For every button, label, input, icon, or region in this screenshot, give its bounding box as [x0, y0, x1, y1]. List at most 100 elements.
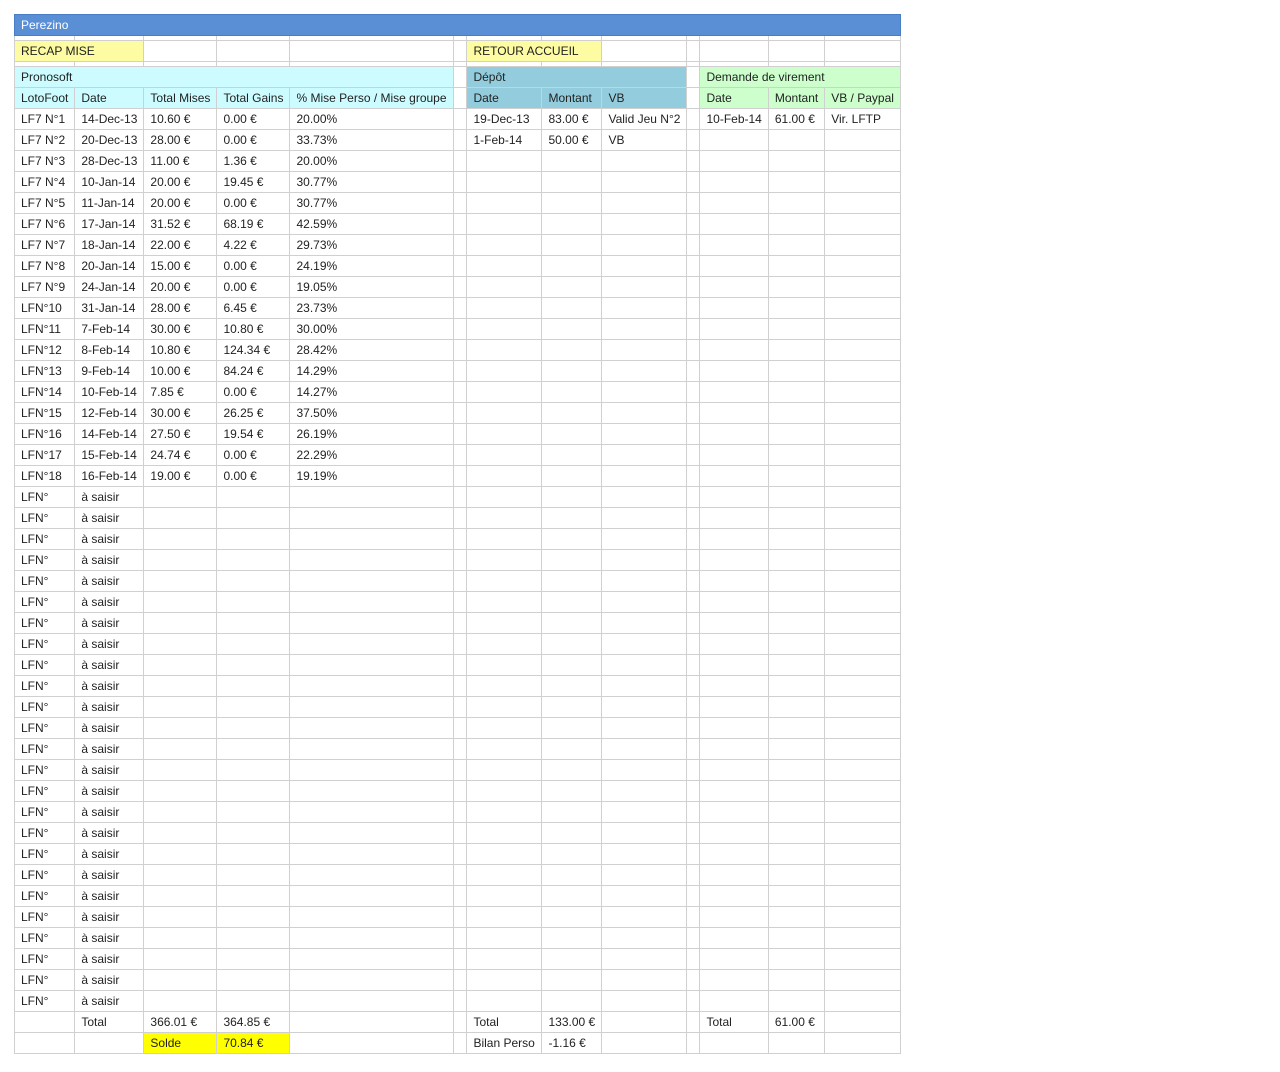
depot-cell[interactable] [601, 339, 688, 361]
pronosoft-cell[interactable] [143, 675, 218, 697]
pronosoft-cell[interactable] [216, 738, 291, 760]
virement-cell[interactable] [699, 360, 769, 382]
virement-cell[interactable] [824, 171, 902, 193]
virement-cell[interactable] [699, 150, 769, 172]
pronosoft-cell[interactable] [289, 528, 455, 550]
virement-cell[interactable] [699, 444, 769, 466]
pronosoft-cell[interactable]: 11.00 € [143, 150, 218, 172]
depot-cell[interactable] [541, 150, 603, 172]
virement-cell[interactable] [767, 843, 826, 865]
depot-cell[interactable] [466, 738, 543, 760]
pronosoft-cell[interactable]: 30.77% [289, 171, 455, 193]
pronosoft-cell[interactable]: 29.73% [289, 234, 455, 256]
depot-cell[interactable] [466, 948, 543, 970]
depot-cell[interactable] [541, 906, 603, 928]
virement-cell[interactable] [824, 822, 902, 844]
depot-cell[interactable] [601, 402, 688, 424]
pronosoft-cell[interactable]: à saisir [74, 990, 145, 1012]
pronosoft-cell[interactable] [143, 969, 218, 991]
pronosoft-cell[interactable]: 8-Feb-14 [74, 339, 145, 361]
pronosoft-cell[interactable]: à saisir [74, 486, 145, 508]
pronosoft-cell[interactable] [216, 654, 291, 676]
virement-cell[interactable] [767, 507, 826, 529]
virement-cell[interactable] [824, 150, 902, 172]
pronosoft-cell[interactable]: 27.50 € [143, 423, 218, 445]
pronosoft-cell[interactable]: LFN°11 [13, 318, 76, 340]
virement-cell[interactable] [824, 969, 902, 991]
pronosoft-cell[interactable]: à saisir [74, 885, 145, 907]
virement-cell[interactable] [767, 486, 826, 508]
pronosoft-cell[interactable] [143, 927, 218, 949]
virement-cell[interactable] [699, 129, 769, 151]
pronosoft-cell[interactable]: 10.80 € [143, 339, 218, 361]
pronosoft-cell[interactable] [143, 822, 218, 844]
virement-cell[interactable] [824, 276, 902, 298]
virement-cell[interactable] [824, 591, 902, 613]
virement-cell[interactable] [699, 759, 769, 781]
retour-accueil-link[interactable]: RETOUR ACCUEIL [466, 40, 603, 62]
virement-cell[interactable] [824, 423, 902, 445]
virement-cell[interactable] [767, 213, 826, 235]
pronosoft-cell[interactable] [289, 612, 455, 634]
pronosoft-cell[interactable] [143, 906, 218, 928]
pronosoft-cell[interactable]: 30.00% [289, 318, 455, 340]
depot-cell[interactable] [466, 507, 543, 529]
pronosoft-cell[interactable]: à saisir [74, 570, 145, 592]
depot-cell[interactable] [541, 381, 603, 403]
virement-cell[interactable] [824, 759, 902, 781]
pronosoft-cell[interactable]: 20.00% [289, 108, 455, 130]
depot-cell[interactable] [601, 717, 688, 739]
pronosoft-cell[interactable]: LFN° [13, 759, 76, 781]
depot-cell[interactable] [541, 738, 603, 760]
virement-cell[interactable] [824, 213, 902, 235]
pronosoft-cell[interactable] [216, 507, 291, 529]
pronosoft-cell[interactable]: LF7 N°4 [13, 171, 76, 193]
virement-cell[interactable] [824, 864, 902, 886]
depot-cell[interactable] [466, 717, 543, 739]
depot-cell[interactable] [541, 633, 603, 655]
depot-cell[interactable] [601, 381, 688, 403]
virement-cell[interactable] [767, 192, 826, 214]
virement-cell[interactable] [767, 885, 826, 907]
pronosoft-cell[interactable] [289, 864, 455, 886]
pronosoft-cell[interactable]: LFN°16 [13, 423, 76, 445]
pronosoft-cell[interactable] [143, 990, 218, 1012]
virement-cell[interactable] [699, 948, 769, 970]
depot-cell[interactable] [541, 675, 603, 697]
depot-cell[interactable] [466, 822, 543, 844]
depot-cell[interactable] [601, 297, 688, 319]
pronosoft-cell[interactable]: 14.29% [289, 360, 455, 382]
virement-cell[interactable] [824, 675, 902, 697]
pronosoft-cell[interactable]: 33.73% [289, 129, 455, 151]
virement-cell[interactable] [699, 633, 769, 655]
pronosoft-cell[interactable]: à saisir [74, 675, 145, 697]
recap-mise-link[interactable]: RECAP MISE [13, 40, 145, 62]
pronosoft-cell[interactable] [143, 570, 218, 592]
depot-cell[interactable] [466, 234, 543, 256]
depot-cell[interactable] [466, 276, 543, 298]
virement-cell[interactable] [767, 129, 826, 151]
virement-cell[interactable] [699, 192, 769, 214]
depot-cell[interactable] [466, 780, 543, 802]
depot-cell[interactable] [466, 381, 543, 403]
pronosoft-cell[interactable] [216, 801, 291, 823]
pronosoft-cell[interactable] [143, 591, 218, 613]
depot-cell[interactable] [541, 969, 603, 991]
depot-cell[interactable] [466, 465, 543, 487]
depot-cell[interactable] [541, 948, 603, 970]
depot-cell[interactable] [601, 927, 688, 949]
depot-cell[interactable] [466, 969, 543, 991]
depot-cell[interactable] [601, 969, 688, 991]
depot-cell[interactable] [466, 675, 543, 697]
depot-cell[interactable] [541, 864, 603, 886]
pronosoft-cell[interactable]: 10-Jan-14 [74, 171, 145, 193]
depot-cell[interactable] [541, 843, 603, 865]
pronosoft-cell[interactable]: LFN°17 [13, 444, 76, 466]
pronosoft-cell[interactable]: 0.00 € [216, 444, 291, 466]
depot-cell[interactable] [466, 843, 543, 865]
virement-cell[interactable] [767, 864, 826, 886]
pronosoft-cell[interactable]: LFN° [13, 927, 76, 949]
pronosoft-cell[interactable]: LFN°10 [13, 297, 76, 319]
depot-cell[interactable] [466, 570, 543, 592]
pronosoft-cell[interactable] [216, 780, 291, 802]
